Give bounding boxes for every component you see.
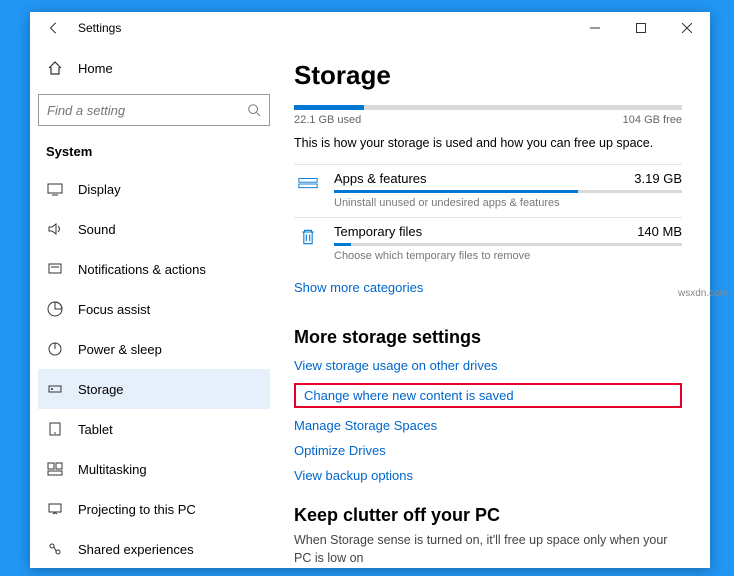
item-name: Temporary files bbox=[334, 224, 422, 239]
nav-label: Focus assist bbox=[78, 302, 150, 317]
nav-display[interactable]: Display bbox=[38, 169, 270, 209]
titlebar: Settings bbox=[30, 12, 710, 44]
shared-icon bbox=[46, 540, 64, 558]
sound-icon bbox=[46, 220, 64, 238]
trash-icon bbox=[294, 224, 322, 262]
window-title: Settings bbox=[78, 21, 121, 35]
nav-label: Display bbox=[78, 182, 121, 197]
link-storage-spaces[interactable]: Manage Storage Spaces bbox=[294, 418, 682, 433]
nav-multitasking[interactable]: Multitasking bbox=[38, 449, 270, 489]
nav-label: Multitasking bbox=[78, 462, 147, 477]
storage-used: 22.1 GB used bbox=[294, 114, 361, 126]
nav-tablet[interactable]: Tablet bbox=[38, 409, 270, 449]
minimize-button[interactable] bbox=[572, 12, 618, 44]
content-pane: Storage 22.1 GB used 104 GB free This is… bbox=[278, 44, 710, 568]
nav-label: Tablet bbox=[78, 422, 113, 437]
back-button[interactable] bbox=[38, 12, 70, 44]
settings-window: Settings Home System Display Sound bbox=[30, 12, 710, 568]
search-input[interactable] bbox=[38, 94, 270, 126]
link-change-content-saved[interactable]: Change where new content is saved bbox=[294, 383, 682, 408]
storage-item-temp[interactable]: Temporary files 140 MB Choose which tempo… bbox=[294, 217, 682, 270]
notifications-icon bbox=[46, 260, 64, 278]
nav-label: Notifications & actions bbox=[78, 262, 206, 277]
maximize-button[interactable] bbox=[618, 12, 664, 44]
multitasking-icon bbox=[46, 460, 64, 478]
home-icon bbox=[46, 59, 64, 77]
keep-clutter-text: When Storage sense is turned on, it'll f… bbox=[294, 532, 682, 567]
nav-power[interactable]: Power & sleep bbox=[38, 329, 270, 369]
nav-label: Shared experiences bbox=[78, 542, 194, 557]
home-button[interactable]: Home bbox=[38, 50, 270, 86]
sidebar: Home System Display Sound Notifications … bbox=[30, 44, 278, 568]
link-backup-options[interactable]: View backup options bbox=[294, 468, 682, 483]
watermark: wsxdn.com bbox=[678, 288, 728, 299]
storage-icon bbox=[46, 380, 64, 398]
search-icon bbox=[247, 103, 261, 117]
nav-notifications[interactable]: Notifications & actions bbox=[38, 249, 270, 289]
nav-storage[interactable]: Storage bbox=[38, 369, 270, 409]
more-settings-heading: More storage settings bbox=[294, 327, 682, 348]
window-controls bbox=[572, 12, 710, 44]
page-title: Storage bbox=[294, 60, 682, 91]
focus-icon bbox=[46, 300, 64, 318]
apps-icon bbox=[294, 171, 322, 209]
nav-label: Projecting to this PC bbox=[78, 502, 196, 517]
nav-list: Display Sound Notifications & actions Fo… bbox=[38, 169, 270, 568]
nav-label: Power & sleep bbox=[78, 342, 162, 357]
close-button[interactable] bbox=[664, 12, 710, 44]
home-label: Home bbox=[78, 61, 113, 76]
power-icon bbox=[46, 340, 64, 358]
display-icon bbox=[46, 180, 64, 198]
nav-projecting[interactable]: Projecting to this PC bbox=[38, 489, 270, 529]
storage-bar bbox=[294, 105, 682, 110]
search-field[interactable] bbox=[47, 103, 247, 118]
item-sub: Choose which temporary files to remove bbox=[334, 250, 682, 262]
tablet-icon bbox=[46, 420, 64, 438]
storage-item-apps[interactable]: Apps & features 3.19 GB Uninstall unused … bbox=[294, 164, 682, 217]
item-size: 140 MB bbox=[637, 224, 682, 239]
nav-sound[interactable]: Sound bbox=[38, 209, 270, 249]
link-optimize-drives[interactable]: Optimize Drives bbox=[294, 443, 682, 458]
storage-description: This is how your storage is used and how… bbox=[294, 136, 682, 150]
nav-label: Sound bbox=[78, 222, 116, 237]
link-other-drives[interactable]: View storage usage on other drives bbox=[294, 358, 682, 373]
show-more-link[interactable]: Show more categories bbox=[294, 280, 423, 295]
nav-label: Storage bbox=[78, 382, 124, 397]
category-heading: System bbox=[38, 130, 270, 169]
storage-free: 104 GB free bbox=[623, 114, 682, 126]
nav-focus[interactable]: Focus assist bbox=[38, 289, 270, 329]
item-name: Apps & features bbox=[334, 171, 427, 186]
projecting-icon bbox=[46, 500, 64, 518]
keep-clutter-heading: Keep clutter off your PC bbox=[294, 505, 682, 526]
item-sub: Uninstall unused or undesired apps & fea… bbox=[334, 197, 682, 209]
nav-shared[interactable]: Shared experiences bbox=[38, 529, 270, 568]
item-size: 3.19 GB bbox=[634, 171, 682, 186]
